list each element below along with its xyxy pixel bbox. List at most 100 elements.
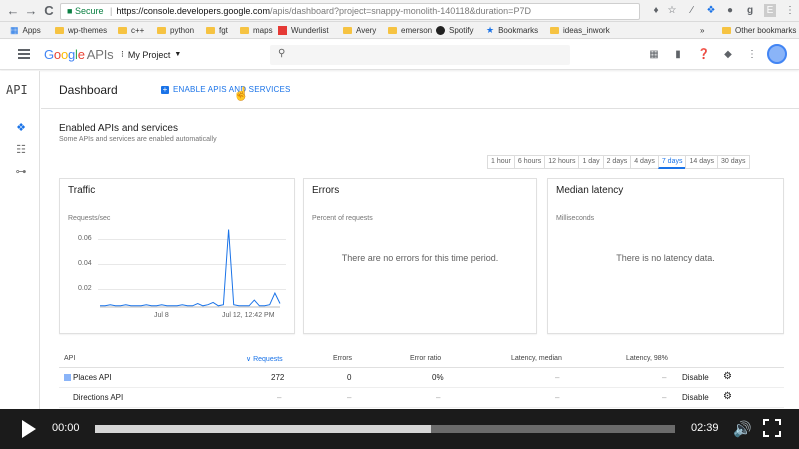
left-nav: API ❖ ☷ ⊶	[0, 71, 40, 409]
latency-card: Median latency Milliseconds There is no …	[547, 178, 784, 334]
errors-title: Errors	[312, 185, 340, 196]
bookmark-wunderlist[interactable]: Wunderlist	[278, 22, 329, 39]
range-7-days[interactable]: 7 days	[657, 155, 687, 169]
bookmark-apps[interactable]: ▦ Apps	[10, 22, 41, 39]
hamburger-menu-icon[interactable]	[18, 49, 30, 59]
pocket-icon[interactable]: E	[764, 4, 776, 17]
extension-icon[interactable]: ❖	[705, 4, 717, 17]
current-time: 00:00	[52, 422, 80, 434]
api-name[interactable]: Places API	[64, 373, 112, 382]
chrome-menu-icon[interactable]: ⋮	[784, 4, 796, 17]
errors-card: Errors Percent of requests There are no …	[303, 178, 537, 334]
page-title: Dashboard	[59, 83, 118, 97]
range-30-days[interactable]: 30 days	[717, 155, 750, 169]
bookmark-folder[interactable]: maps	[240, 22, 273, 39]
notifications-bell-icon[interactable]: ◆	[721, 48, 735, 62]
column-latency-98[interactable]: Latency, 98%	[626, 355, 668, 362]
errors-value: –	[347, 393, 352, 402]
dashboard-nav-icon[interactable]: ❖	[14, 121, 28, 135]
eyedropper-icon[interactable]: ∕	[686, 4, 698, 17]
settings-gear-icon[interactable]: ⚙	[723, 391, 732, 402]
api-name[interactable]: Directions API	[73, 393, 123, 402]
folder-icon	[157, 27, 166, 34]
range-1-hour[interactable]: 1 hour	[487, 155, 515, 169]
page-subheader: Dashboard + ENABLE APIS AND SERVICES	[41, 71, 799, 109]
settings-gear-icon[interactable]: ⚙	[723, 371, 732, 382]
bookmark-folder[interactable]: Avery	[343, 22, 376, 39]
duration-time: 02:39	[691, 422, 719, 434]
range-12-hours[interactable]: 12 hours	[544, 155, 580, 169]
column-errors[interactable]: Errors	[333, 355, 352, 362]
error-ratio-value: –	[436, 393, 441, 402]
errors-value: 0	[347, 373, 352, 382]
bookmarks-overflow[interactable]: »	[700, 22, 704, 39]
ghost-icon[interactable]: ●	[724, 4, 736, 17]
column-requests[interactable]: ∨ Requests	[246, 355, 283, 363]
time-range-selector: 1 hour 6 hours 12 hours 1 day 2 days 4 d…	[487, 155, 750, 169]
column-latency-median[interactable]: Latency, median	[511, 355, 562, 362]
bookmark-folder[interactable]: python	[157, 22, 194, 39]
rail-title: API	[6, 83, 28, 97]
range-6-hours[interactable]: 6 hours	[513, 155, 546, 169]
disable-button[interactable]: Disable	[682, 393, 709, 402]
range-1-day[interactable]: 1 day	[578, 155, 604, 169]
latency-unit: Milliseconds	[556, 215, 595, 222]
fullscreen-icon[interactable]	[763, 419, 781, 437]
traffic-card: Traffic Requests/sec 0.06 0.04 0.02 Jul …	[59, 178, 295, 334]
bookmark-folder[interactable]: emerson	[388, 22, 432, 39]
google-apis-logo[interactable]: Google APIs	[44, 47, 114, 62]
star-icon[interactable]: ☆	[666, 4, 678, 17]
range-4-days[interactable]: 4 days	[630, 155, 659, 169]
help-icon[interactable]: ❓	[697, 48, 711, 62]
bookmark-folder[interactable]: wp-themes	[55, 22, 107, 39]
gift-icon[interactable]: ▦	[647, 48, 661, 62]
project-selector[interactable]: ⁝ My Project ▼	[121, 49, 181, 60]
reload-icon[interactable]: C	[42, 3, 56, 19]
column-error-ratio[interactable]: Error ratio	[410, 355, 441, 362]
hand-cursor-icon: ☝	[233, 86, 250, 101]
folder-icon	[550, 27, 559, 34]
spotify-icon	[436, 26, 445, 35]
avatar[interactable]	[767, 44, 787, 64]
folder-icon	[343, 27, 352, 34]
forward-icon[interactable]: →	[24, 3, 38, 19]
back-icon[interactable]: ←	[6, 3, 20, 19]
buffered-progress	[95, 425, 432, 433]
volume-icon[interactable]: 🔊	[733, 420, 752, 438]
credentials-key-icon[interactable]: ⊶	[14, 165, 28, 179]
bookmark-icon[interactable]: ♦	[650, 4, 662, 17]
column-api[interactable]: API	[64, 355, 75, 362]
disable-button[interactable]: Disable	[682, 373, 709, 382]
requests-value: 272	[271, 373, 285, 382]
latency-98-value: –	[662, 393, 667, 402]
folder-icon	[388, 27, 397, 34]
sort-arrow-icon: ∨	[246, 356, 252, 363]
evernote-icon[interactable]: g	[744, 4, 756, 17]
range-14-days[interactable]: 14 days	[685, 155, 718, 169]
latency-title: Median latency	[556, 185, 624, 196]
api-table-header: API ∨ Requests Errors Error ratio Latenc…	[59, 352, 784, 368]
bookmark-folder[interactable]: ideas_inwork	[550, 22, 610, 39]
bookmark-bookmarks[interactable]: ★ Bookmarks	[486, 22, 538, 39]
folder-icon	[118, 27, 127, 34]
table-row[interactable]: Places API 272 0 0% – – Disable ⚙	[59, 368, 784, 388]
folder-icon	[240, 27, 249, 34]
bookmark-spotify[interactable]: Spotify	[436, 22, 473, 39]
library-nav-icon[interactable]: ☷	[14, 143, 28, 157]
bookmark-other[interactable]: Other bookmarks	[722, 22, 796, 39]
api-icon	[64, 374, 71, 381]
table-row[interactable]: Directions API – – – – – Disable ⚙	[59, 388, 784, 408]
apps-grid-icon: ▦	[10, 25, 19, 35]
bookmark-folder[interactable]: fgt	[206, 22, 228, 39]
more-vert-icon[interactable]: ⋮	[745, 48, 759, 62]
enable-apis-button[interactable]: + ENABLE APIS AND SERVICES	[161, 85, 291, 94]
search-input[interactable]: ⚲	[270, 45, 570, 65]
seek-bar[interactable]	[95, 425, 675, 433]
range-2-days[interactable]: 2 days	[602, 155, 632, 169]
bookmark-folder[interactable]: c++	[118, 22, 144, 39]
address-bar[interactable]: ■ Secure | https://console.developers.goo…	[60, 3, 640, 20]
console-header: Google APIs ⁝ My Project ▼ ⚲ ▦ ▮ ❓ ◆ ⋮	[0, 40, 799, 70]
play-icon[interactable]	[22, 420, 36, 438]
cloud-shell-icon[interactable]: ▮	[671, 48, 685, 62]
x-tick-label: Jul 12, 12:42 PM	[222, 312, 275, 319]
